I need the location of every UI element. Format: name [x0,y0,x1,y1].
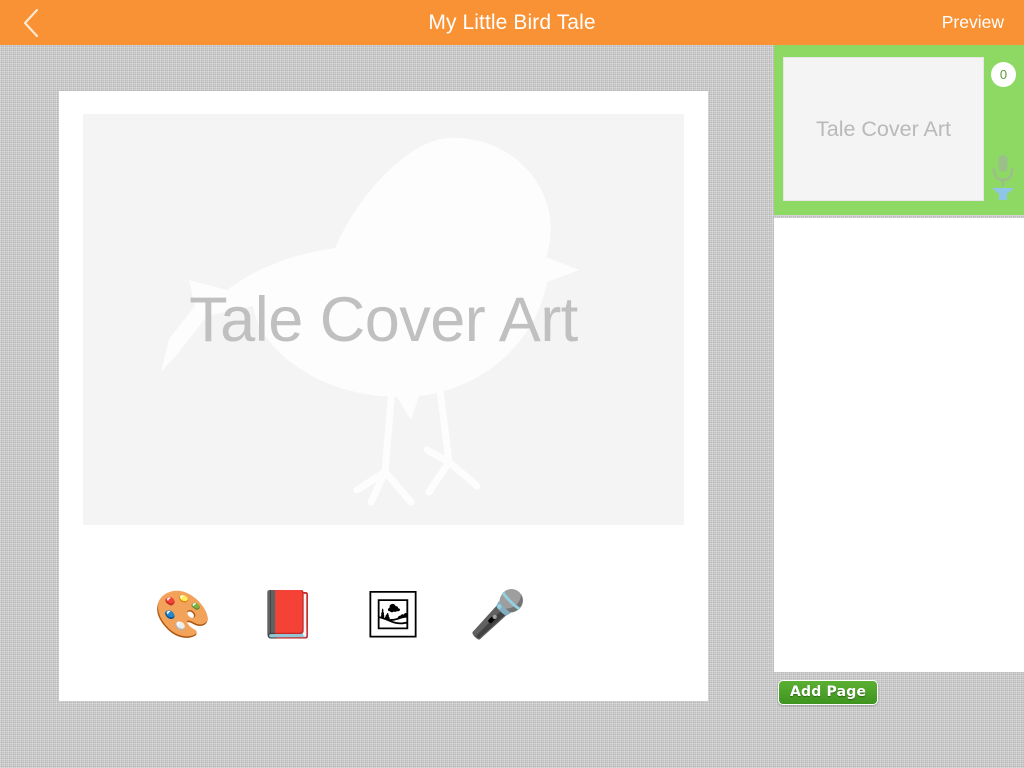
tool-row: 🎨 📕 🖼 🎤 [83,569,684,659]
cover-art-canvas[interactable]: Tale Cover Art [83,114,684,525]
pages-sidebar: Tale Cover Art 0 [774,45,1024,672]
page-card: Tale Cover Art 🎨 📕 🖼 🎤 [59,91,708,701]
page-number-badge[interactable]: 0 [991,62,1016,87]
page-title: My Little Bird Tale [428,11,596,34]
back-button[interactable] [8,0,54,45]
microphone-icon: 🎤 [469,588,527,640]
record-tool-button[interactable]: 🎤 [454,578,542,650]
app-root: My Little Bird Tale Preview Tale Cover A… [0,0,1024,768]
page-thumbnail-slot-selected[interactable]: Tale Cover Art 0 [774,45,1024,215]
microphone-icon[interactable] [989,152,1017,202]
photo-tool-button[interactable]: 🖼 [349,578,437,650]
chevron-left-icon [21,7,41,39]
draw-tool-button[interactable]: 🎨 [139,578,227,650]
pages-list[interactable] [774,218,1024,672]
page-thumbnail[interactable]: Tale Cover Art [783,57,984,201]
closed-book-icon: 📕 [259,588,317,640]
cover-art-placeholder-label: Tale Cover Art [189,284,578,355]
bird-silhouette-icon [160,137,579,505]
text-tool-button[interactable]: 📕 [244,578,332,650]
add-page-button[interactable]: Add Page [778,680,879,705]
top-bar: My Little Bird Tale Preview [0,0,1024,45]
artist-palette-icon: 🎨 [154,588,212,640]
photo-upload-icon: 🖼 [363,588,423,640]
page-thumbnail-label: Tale Cover Art [815,116,952,141]
preview-button[interactable]: Preview [938,0,1008,45]
